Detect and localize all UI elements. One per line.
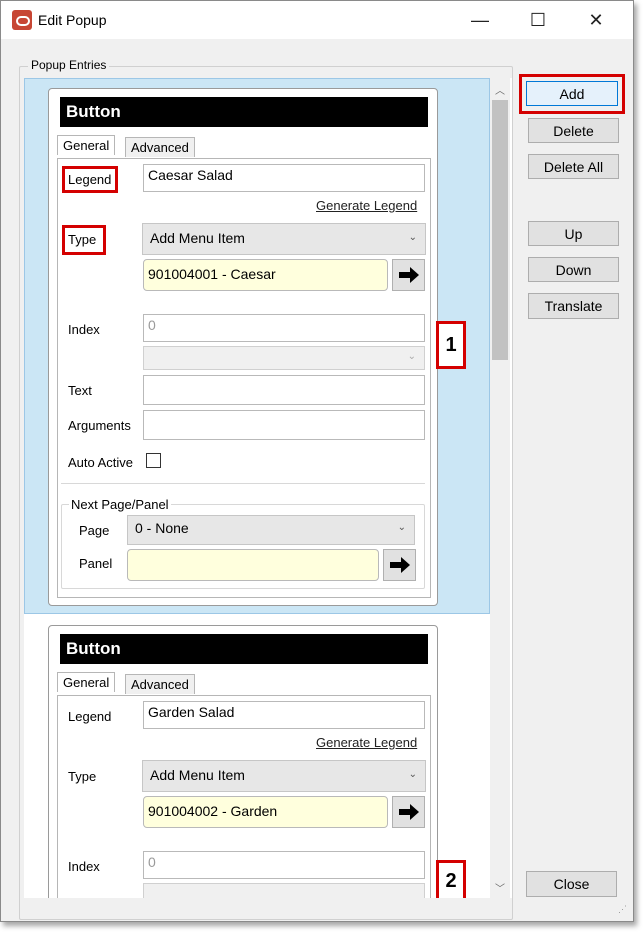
next-page-panel-label: Next Page/Panel	[69, 497, 171, 512]
index-dropdown: ⌄	[143, 346, 425, 370]
page-select-value: 0 - None	[135, 520, 189, 536]
translate-button[interactable]: Translate	[528, 293, 619, 319]
legend-label: Legend	[68, 709, 112, 724]
panel-field[interactable]	[127, 549, 379, 581]
down-button[interactable]: Down	[528, 257, 619, 282]
page-label: Page	[79, 523, 110, 538]
index-input[interactable]: 0	[143, 314, 425, 342]
legend-label: Legend	[68, 172, 112, 187]
type-select-value: Add Menu Item	[150, 767, 245, 783]
entry-header: Button	[60, 97, 428, 127]
index-dropdown	[143, 883, 425, 898]
entry-card-1[interactable]: Button General Advanced Legend Caesar Sa…	[48, 88, 438, 606]
popup-entries-label: Popup Entries	[28, 58, 110, 72]
resize-grip-icon[interactable]: ⋰	[618, 904, 627, 915]
type-select-value: Add Menu Item	[150, 230, 245, 246]
chevron-down-icon: ⌄	[408, 232, 417, 243]
text-label: Text	[68, 383, 92, 398]
tab-general[interactable]: General	[57, 672, 116, 692]
arguments-input[interactable]	[143, 410, 425, 440]
entries-scroll-area[interactable]: Button General Advanced Legend Caesar Sa…	[24, 78, 512, 898]
close-button[interactable]: Close	[526, 871, 617, 897]
arrow-right-icon	[398, 804, 419, 820]
callout-1: 1	[436, 321, 466, 369]
legend-input[interactable]: Garden Salad	[143, 701, 425, 729]
auto-active-label: Auto Active	[68, 455, 134, 470]
tab-general[interactable]: General	[57, 135, 116, 155]
text-input[interactable]	[143, 375, 425, 405]
menu-item-field[interactable]: 901004002 - Garden	[143, 796, 388, 828]
panel-label: Panel	[79, 556, 113, 571]
menu-item-field[interactable]: 901004001 - Caesar	[143, 259, 388, 291]
legend-input[interactable]: Caesar Salad	[143, 164, 425, 192]
generate-legend-link[interactable]: Generate Legend	[316, 198, 417, 213]
minimize-button[interactable]: —	[452, 1, 508, 39]
auto-active-checkbox[interactable]	[146, 453, 161, 468]
type-label: Type	[68, 769, 97, 784]
add-button[interactable]: Add	[526, 81, 618, 106]
close-window-button[interactable]: ✕	[568, 1, 624, 39]
tab-advanced[interactable]: Advanced	[125, 137, 195, 157]
scroll-down-icon[interactable]: ﹀	[495, 880, 505, 895]
window-title: Edit Popup	[38, 12, 107, 28]
divider	[61, 483, 425, 484]
entry-header: Button	[60, 634, 428, 664]
index-input[interactable]: 0	[143, 851, 425, 879]
panel-go-arrow-button[interactable]	[383, 549, 416, 581]
chevron-down-icon: ⌄	[408, 769, 417, 780]
maximize-button[interactable]: ☐	[510, 1, 566, 39]
generate-legend-link[interactable]: Generate Legend	[316, 735, 417, 750]
chevron-down-icon: ⌄	[397, 522, 406, 533]
type-label: Type	[68, 232, 97, 247]
arrow-right-icon	[389, 557, 410, 573]
index-label: Index	[68, 322, 100, 337]
go-arrow-button[interactable]	[392, 796, 425, 828]
entry-card-2[interactable]: Button General Advanced Legend Garden Sa…	[48, 625, 438, 898]
go-arrow-button[interactable]	[392, 259, 425, 291]
scrollbar-thumb[interactable]	[492, 100, 508, 360]
arguments-label: Arguments	[68, 418, 131, 433]
arrow-right-icon	[398, 267, 419, 283]
chevron-down-icon: ⌄	[407, 351, 416, 362]
delete-all-button[interactable]: Delete All	[528, 154, 619, 179]
tab-advanced[interactable]: Advanced	[125, 674, 195, 694]
index-label: Index	[68, 859, 100, 874]
callout-2: 2	[436, 860, 466, 898]
oracle-app-icon	[12, 10, 32, 30]
delete-button[interactable]: Delete	[528, 118, 619, 143]
scroll-up-icon[interactable]: ︿	[495, 82, 505, 97]
type-select[interactable]: Add Menu Item ⌄	[142, 223, 426, 255]
page-select[interactable]: 0 - None ⌄	[127, 515, 415, 545]
up-button[interactable]: Up	[528, 221, 619, 246]
type-select[interactable]: Add Menu Item ⌄	[142, 760, 426, 792]
